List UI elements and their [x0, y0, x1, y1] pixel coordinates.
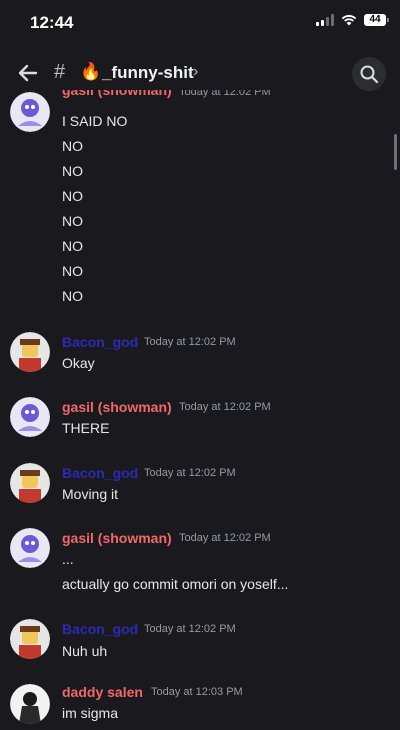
wifi-icon: [341, 15, 357, 26]
message-author[interactable]: Bacon_god: [62, 621, 138, 637]
status-icons: 44: [316, 14, 389, 26]
message-line: NO: [62, 188, 83, 204]
message-line: actually go commit omori on yoself...: [62, 576, 289, 592]
message-line: ...: [62, 551, 74, 567]
message-line: Okay: [62, 355, 95, 371]
channel-emoji: 🔥: [80, 62, 102, 81]
channel-name[interactable]: _funny-shit: [102, 63, 194, 83]
message-timestamp: Today at 12:02 PM: [144, 467, 236, 479]
back-arrow-icon[interactable]: [16, 62, 40, 84]
message-line: NO: [62, 238, 83, 254]
status-bar: 12:44 44: [0, 0, 400, 46]
message-author[interactable]: Bacon_god: [62, 465, 138, 481]
message-author[interactable]: gasil (showman): [62, 90, 172, 98]
message-author[interactable]: gasil (showman): [62, 399, 172, 415]
avatar[interactable]: [10, 684, 50, 724]
hash-icon: #: [54, 61, 66, 83]
message-timestamp: Today at 12:03 PM: [151, 686, 243, 698]
message-author[interactable]: gasil (showman): [62, 530, 172, 546]
status-time: 12:44: [30, 13, 74, 32]
avatar[interactable]: [10, 528, 50, 568]
battery-indicator: 44: [364, 14, 389, 26]
message-line: NO: [62, 263, 83, 279]
avatar[interactable]: [10, 463, 50, 503]
message-timestamp: Today at 12:02 PM: [144, 336, 236, 348]
avatar[interactable]: [10, 619, 50, 659]
search-button[interactable]: [352, 57, 386, 91]
message-line: NO: [62, 288, 83, 304]
scrollbar-thumb[interactable]: [394, 134, 397, 170]
avatar[interactable]: [10, 332, 50, 372]
message-timestamp: Today at 12:02 PM: [144, 623, 236, 635]
search-icon: [360, 65, 379, 84]
message-line: NO: [62, 163, 83, 179]
message-line: Nuh uh: [62, 643, 108, 659]
message-line: Moving it: [62, 486, 119, 502]
message-author[interactable]: daddy salen: [62, 684, 143, 700]
message-line: THERE: [62, 420, 110, 436]
message-timestamp: Today at 12:02 PM: [179, 90, 271, 98]
message-timestamp: Today at 12:02 PM: [179, 532, 271, 544]
message-timestamp: Today at 12:02 PM: [179, 401, 271, 413]
message-line: NO: [62, 213, 83, 229]
message-line: im sigma: [62, 705, 119, 721]
message-author[interactable]: Bacon_god: [62, 334, 138, 350]
message-line: I SAID NO: [62, 113, 128, 129]
signal-icon: [316, 14, 334, 26]
message-line: NO: [62, 138, 83, 154]
chevron-right-icon[interactable]: ›: [193, 63, 198, 81]
avatar[interactable]: [10, 397, 50, 437]
